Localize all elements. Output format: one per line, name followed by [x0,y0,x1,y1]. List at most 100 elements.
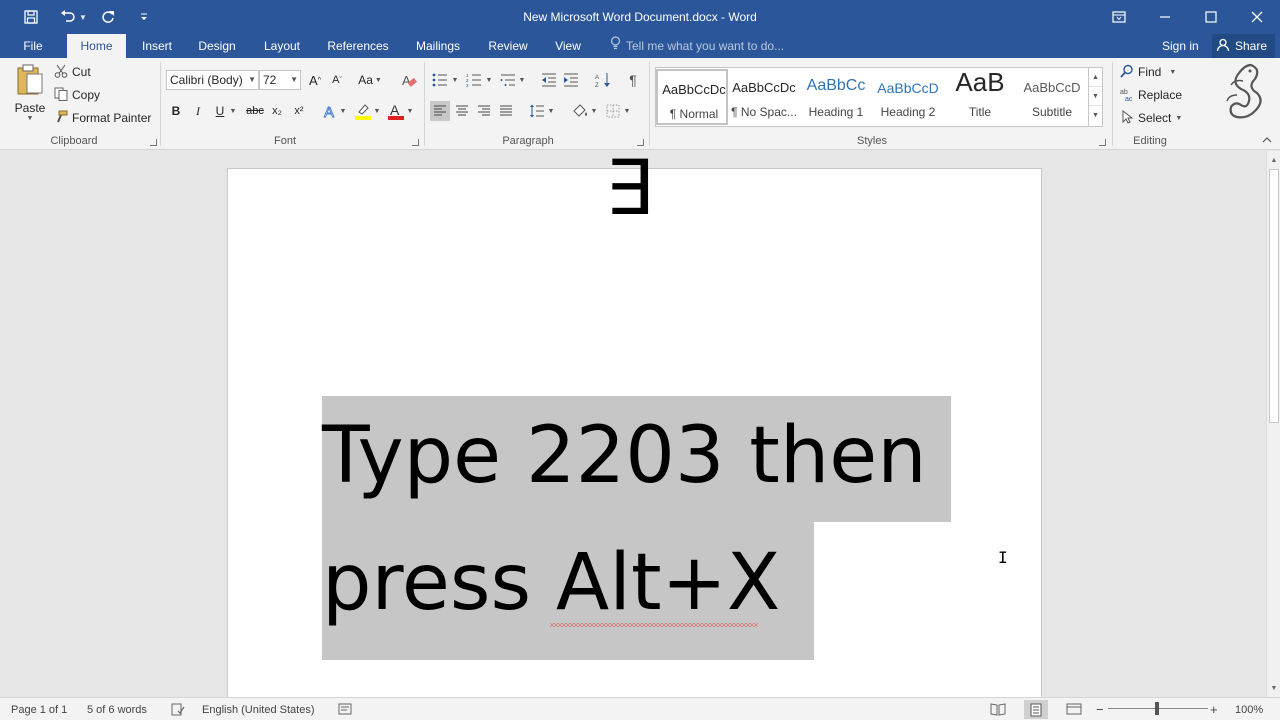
exists-symbol[interactable]: ∃ [605,151,653,233]
paste-button[interactable]: Paste ▼ [15,64,45,128]
shading-icon[interactable] [570,101,590,121]
page-count[interactable]: Page 1 of 1 [11,702,67,718]
select-button[interactable]: Select ▼ [1120,108,1182,128]
paste-dropdown-icon: ▼ [26,115,34,122]
document-area[interactable]: ∃ Type 2203 then press Alt+X I [0,151,1266,697]
font-launcher-icon[interactable] [412,139,419,146]
tab-layout[interactable]: Layout [257,34,307,58]
subscript-button[interactable]: x₂ [267,101,287,121]
decrease-indent-icon[interactable] [539,70,559,90]
increase-indent-icon[interactable] [561,70,581,90]
line-spacing-icon[interactable] [527,101,547,121]
copy-button[interactable]: Copy [54,85,100,105]
align-center-icon[interactable] [452,101,472,121]
paragraph-launcher-icon[interactable] [637,139,644,146]
web-layout-icon[interactable] [1066,702,1082,718]
style-heading-1[interactable]: AaBbCc Heading 1 [800,69,872,125]
proofing-icon[interactable] [171,702,185,718]
multilevel-dropdown-icon[interactable]: ▼ [517,70,527,90]
ibeam-cursor-icon: I [998,548,1008,567]
zoom-level[interactable]: 100% [1235,702,1263,718]
tab-view[interactable]: View [549,34,587,58]
align-left-icon[interactable] [430,101,450,121]
gallery-down-icon[interactable]: ▼ [1089,87,1102,106]
borders-dropdown-icon[interactable]: ▼ [622,101,632,121]
sort-icon[interactable]: AZ [593,70,613,90]
line-spacing-dropdown-icon[interactable]: ▼ [546,101,556,121]
text-effects-icon[interactable]: A [320,101,340,121]
format-painter-button[interactable]: Format Painter [54,108,151,128]
justify-icon[interactable] [496,101,516,121]
find-button[interactable]: Find ▼ [1120,62,1176,82]
clipboard-launcher-icon[interactable] [150,139,157,146]
highlight-dropdown-icon[interactable]: ▼ [372,101,382,121]
bullets-dropdown-icon[interactable]: ▼ [450,70,460,90]
share-button[interactable]: Share [1212,34,1276,58]
sign-in-link[interactable]: Sign in [1162,34,1199,58]
shrink-font-icon[interactable]: Aˇ [327,70,347,90]
style-heading-2[interactable]: AaBbCcD Heading 2 [872,69,944,125]
italic-button[interactable]: I [188,101,208,121]
minimize-icon[interactable] [1142,0,1188,34]
font-color-dropdown-icon[interactable]: ▼ [405,101,415,121]
cut-button[interactable]: Cut [54,62,91,82]
show-formatting-marks-icon[interactable]: ¶ [623,70,643,90]
underline-button[interactable]: U [210,101,230,121]
read-mode-icon[interactable] [990,702,1006,718]
style-no-spacing[interactable]: AaBbCcDc ¶ No Spac... [728,69,800,125]
borders-icon[interactable] [603,101,623,121]
tab-home[interactable]: Home [67,34,126,58]
tell-me-search[interactable]: Tell me what you want to do... [610,34,784,58]
gallery-up-icon[interactable]: ▲ [1089,68,1102,87]
svg-text:Z: Z [595,83,599,88]
bullets-icon[interactable] [430,70,450,90]
text-effects-dropdown-icon[interactable]: ▼ [338,101,348,121]
underline-dropdown-icon[interactable]: ▼ [228,101,238,121]
document-line-1[interactable]: Type 2203 then [322,411,927,501]
highlight-color-icon[interactable] [353,101,373,121]
tab-design[interactable]: Design [194,34,240,58]
multilevel-list-icon[interactable] [498,70,518,90]
numbering-dropdown-icon[interactable]: ▼ [484,70,494,90]
superscript-button[interactable]: x² [289,101,309,121]
grow-font-icon[interactable]: A ^ [305,70,325,90]
zoom-in-icon[interactable]: + [1210,702,1218,718]
replace-button[interactable]: ab ac Replace [1120,85,1182,105]
style-subtitle[interactable]: AaBbCcD Subtitle [1016,69,1088,125]
macro-recording-icon[interactable] [338,702,352,718]
maximize-icon[interactable] [1188,0,1234,34]
font-color-icon[interactable]: A [386,101,406,121]
document-line-2[interactable]: press Alt+X [322,538,780,628]
scroll-down-icon[interactable]: ▼ [1267,681,1280,695]
style-normal[interactable]: AaBbCcDc ¶ Normal [656,69,728,125]
tab-insert[interactable]: Insert [136,34,178,58]
bold-button[interactable]: B [166,101,186,121]
zoom-slider-thumb[interactable] [1155,702,1159,715]
style-preview: AaBbCc [806,77,866,94]
ribbon-display-options-icon[interactable] [1096,0,1142,34]
print-layout-icon[interactable] [1024,700,1048,719]
tab-file[interactable]: File [17,34,49,58]
language-indicator[interactable]: English (United States) [202,702,315,718]
align-right-icon[interactable] [474,101,494,121]
scroll-up-icon[interactable]: ▲ [1267,153,1280,167]
numbering-icon[interactable]: 123 [464,70,484,90]
collapse-ribbon-icon[interactable] [1260,133,1274,147]
gallery-more-icon[interactable]: ▼ [1089,106,1102,125]
shading-dropdown-icon[interactable]: ▼ [589,101,599,121]
tab-mailings[interactable]: Mailings [409,34,467,58]
close-icon[interactable] [1234,0,1280,34]
font-name-combo[interactable]: Calibri (Body) ▼ [166,70,259,90]
clear-formatting-icon[interactable]: A [399,70,419,90]
change-case-button[interactable]: Aa ▼ [356,70,384,90]
strikethrough-button[interactable]: abc [245,101,265,121]
style-title[interactable]: AaB Title [944,67,1016,125]
word-count[interactable]: 5 of 6 words [87,702,147,718]
styles-launcher-icon[interactable] [1099,139,1106,146]
zoom-out-icon[interactable]: − [1096,702,1104,718]
scroll-thumb[interactable] [1269,169,1279,423]
tab-references[interactable]: References [323,34,393,58]
vertical-scrollbar[interactable]: ▲ ▼ [1266,151,1280,697]
font-size-combo[interactable]: 72 ▼ [259,70,301,90]
tab-review[interactable]: Review [483,34,533,58]
